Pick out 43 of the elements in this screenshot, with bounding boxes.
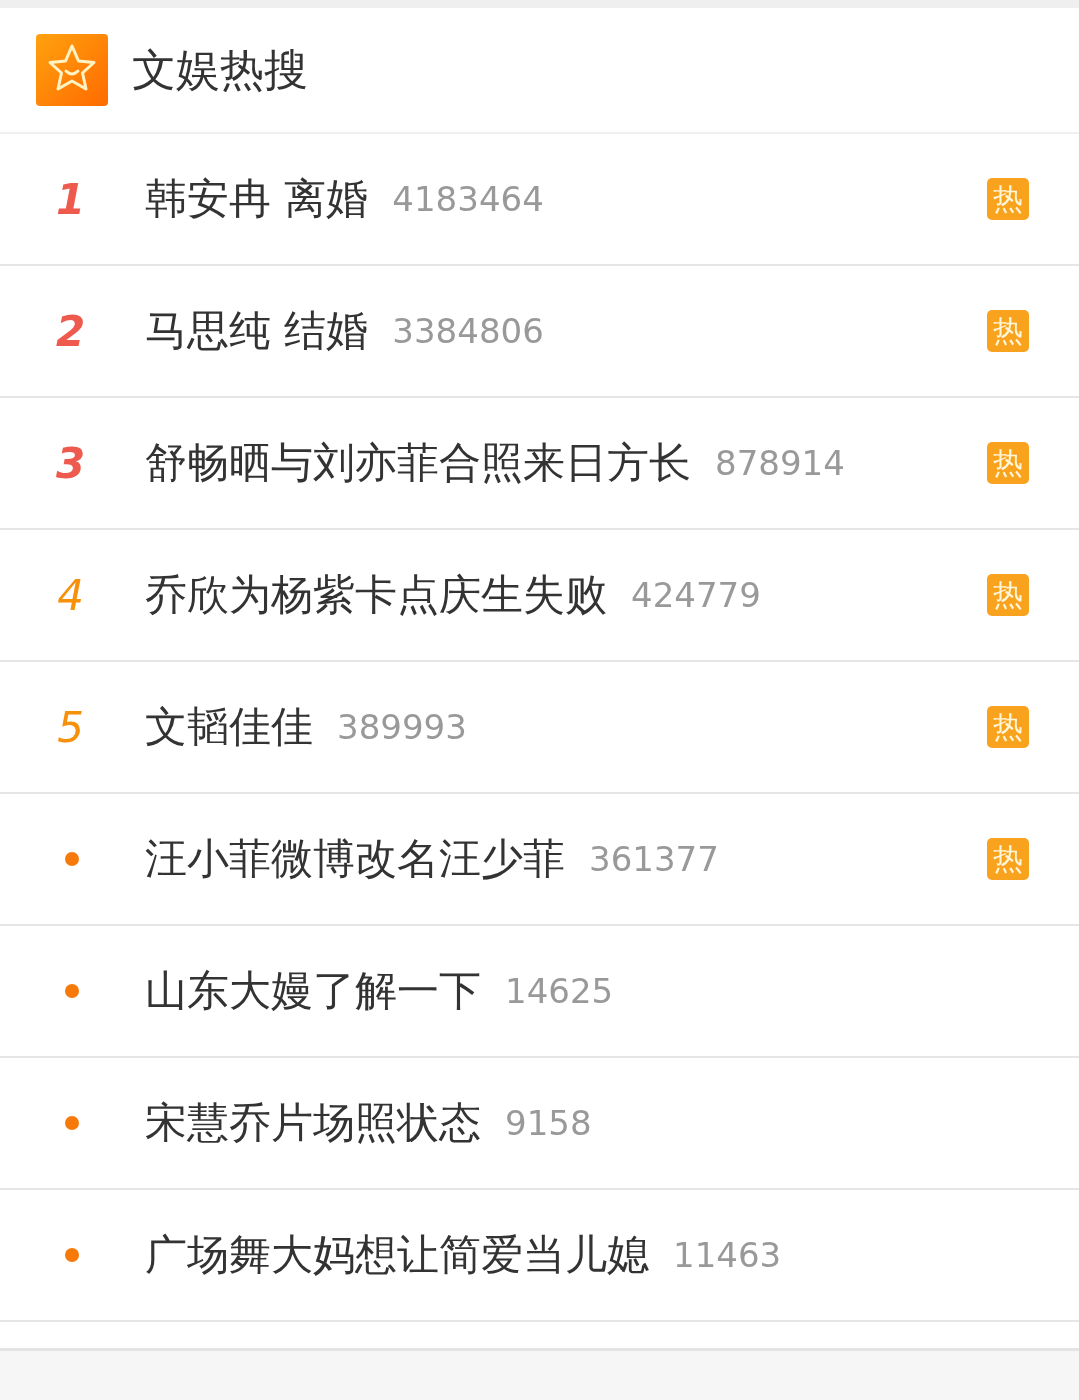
hot-badge: 热: [987, 574, 1029, 616]
rank-number: 5: [57, 702, 84, 752]
rank-number: 1: [55, 174, 86, 224]
section-title: 文娱热搜: [132, 42, 308, 97]
search-count: 361377: [589, 839, 719, 879]
bullet-dot: [64, 1248, 79, 1262]
hot-badge: 热: [987, 706, 1029, 748]
topic-title: 汪小菲微博改名汪少菲: [145, 833, 565, 885]
hot-search-item[interactable]: 1 韩安冉 离婚 4183464 热: [0, 134, 1079, 266]
bullet-dot: [64, 1116, 79, 1130]
search-count: 11463: [673, 1235, 782, 1275]
hot-search-item[interactable]: 宋慧乔片场照状态 9158: [0, 1058, 1079, 1190]
search-count: 878914: [715, 443, 845, 483]
topic-title: 广场舞大妈想让简爱当儿媳: [145, 1229, 649, 1281]
topic-title: 宋慧乔片场照状态: [145, 1097, 481, 1149]
hot-badge: 热: [987, 310, 1029, 352]
rank-number: 4: [57, 570, 84, 620]
rank-number: 2: [55, 306, 86, 356]
hot-search-item[interactable]: 山东大嫚了解一下 14625: [0, 926, 1079, 1058]
topic-title: 舒畅晒与刘亦菲合照来日方长: [145, 437, 691, 489]
rank-number: 3: [55, 438, 86, 488]
hot-badge: 热: [987, 178, 1029, 220]
hot-search-item[interactable]: 3 舒畅晒与刘亦菲合照来日方长 878914 热: [0, 398, 1079, 530]
hot-search-item[interactable]: 广场舞大妈想让简爱当儿媳 11463: [0, 1190, 1079, 1322]
hot-badge: 热: [987, 442, 1029, 484]
hot-search-item[interactable]: 4 乔欣为杨紫卡点庆生失败 424779 热: [0, 530, 1079, 662]
search-count: 3384806: [392, 311, 544, 351]
topic-title: 文韬佳佳: [145, 701, 313, 753]
hot-search-item[interactable]: 5 文韬佳佳 389993 热: [0, 662, 1079, 794]
search-count: 9158: [505, 1103, 592, 1143]
hot-search-item[interactable]: 2 马思纯 结婚 3384806 热: [0, 266, 1079, 398]
topic-title: 乔欣为杨紫卡点庆生失败: [145, 569, 607, 621]
topic-title: 马思纯 结婚: [145, 305, 369, 357]
bullet-dot: [64, 852, 79, 866]
hot-badge: 热: [987, 838, 1029, 880]
search-count: 389993: [337, 707, 467, 747]
topic-title: 韩安冉 离婚: [145, 173, 369, 225]
hot-search-item[interactable]: 汪小菲微博改名汪少菲 361377 热: [0, 794, 1079, 926]
topic-title: 山东大嫚了解一下: [145, 965, 481, 1017]
search-count: 14625: [505, 971, 614, 1011]
search-count: 4183464: [392, 179, 544, 219]
search-count: 424779: [631, 575, 761, 615]
bullet-dot: [64, 984, 79, 998]
